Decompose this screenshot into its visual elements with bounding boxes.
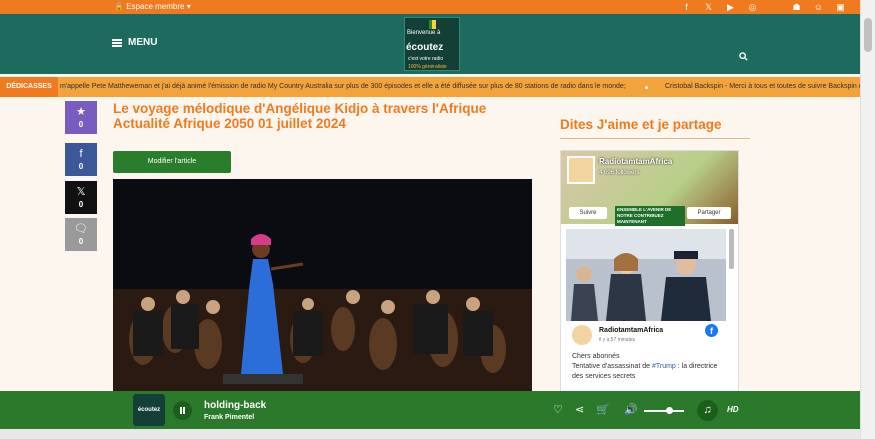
- dedication-ticker: m'appelle Pete Mattheweman et j'ai déjà …: [0, 77, 860, 97]
- ticker-message[interactable]: m'appelle Pete Mattheweman et j'ai déjà …: [60, 77, 626, 97]
- comment-count: 0: [78, 237, 84, 246]
- post-text-part: Tentative d'assassinat de: [572, 363, 652, 370]
- menu-label: MENU: [128, 37, 158, 48]
- post-author-avatar[interactable]: [572, 325, 592, 345]
- facebook-cover: RadiotamtamAfrica 4 096 followers Suivre…: [561, 151, 738, 226]
- concert-scene: [113, 179, 532, 391]
- facebook-follow-button[interactable]: Suivre: [569, 207, 607, 219]
- comment-icon: 🗨: [74, 223, 88, 235]
- menu-button[interactable]: MENU: [112, 37, 157, 48]
- audio-player: écoutez holding-back Frank Pimentel ♡ ⋖ …: [0, 391, 860, 429]
- track-title: holding-back: [204, 400, 267, 411]
- facebook-share-count: 0: [78, 162, 84, 171]
- article-photo: [113, 179, 532, 391]
- post-hashtag[interactable]: #Trump: [652, 363, 676, 370]
- heart-icon[interactable]: ♡: [553, 404, 563, 416]
- post-photo: [566, 229, 726, 321]
- instagram-icon[interactable]: ◎: [747, 0, 758, 14]
- hd-toggle[interactable]: HD: [727, 405, 739, 414]
- caret-down-icon: ▾: [186, 2, 191, 11]
- flag-icon: [429, 20, 436, 29]
- page-scrollbar[interactable]: [860, 0, 875, 439]
- edit-article-button[interactable]: Modifier l'article: [113, 151, 231, 173]
- facebook-logo-icon[interactable]: f: [705, 324, 718, 337]
- x-icon[interactable]: 𝕏: [703, 0, 714, 14]
- facebook-page-name[interactable]: RadiotamtamAfrica: [599, 157, 672, 166]
- logo-line-4: 100% généraliste: [408, 64, 447, 70]
- ticker-separator: [645, 86, 648, 89]
- x-share-button[interactable]: 𝕏 0: [65, 181, 97, 214]
- member-label: Espace membre: [126, 2, 185, 11]
- star-icon: ★: [76, 106, 86, 118]
- facebook-followers: 4 096 followers: [599, 170, 640, 176]
- sidebar-divider: [560, 138, 750, 139]
- pause-button[interactable]: [173, 401, 192, 420]
- youtube-icon[interactable]: ▶: [725, 0, 736, 14]
- facebook-icon[interactable]: f: [681, 0, 692, 14]
- music-note-icon[interactable]: ♫: [697, 400, 718, 421]
- facebook-share-button[interactable]: Partager: [687, 207, 731, 219]
- post-timestamp[interactable]: il y a 57 minutes: [599, 337, 635, 343]
- snapchat-icon[interactable]: ☺: [813, 0, 824, 14]
- member-space-link[interactable]: 🔒 Espace membre ▾: [114, 0, 191, 14]
- scrollbar-thumb[interactable]: [864, 18, 872, 52]
- volume-knob[interactable]: [666, 407, 673, 414]
- widget-scrollbar[interactable]: [729, 229, 734, 269]
- x-icon: 𝕏: [76, 186, 86, 198]
- facebook-widget: RadiotamtamAfrica 4 096 followers Suivre…: [560, 150, 739, 392]
- logo-line-1: Bienvenue à: [407, 30, 441, 36]
- favorite-button[interactable]: ★ 0: [65, 101, 97, 134]
- top-bar: 🔒 Espace membre ▾ f 𝕏 ▶ ◎ ☗ ☺ ▣: [0, 0, 860, 14]
- facebook-post-image[interactable]: [566, 229, 726, 321]
- lock-icon: 🔒: [114, 2, 124, 11]
- logo-line-2: écoutez: [406, 42, 444, 53]
- volume-slider[interactable]: [644, 410, 684, 412]
- cover-banner: ENSEMBLE L'AVENIR DE NOTRE CONTRIBUEZ MA…: [615, 206, 685, 226]
- post-greeting: Chers abonnés: [572, 353, 620, 360]
- ticker-message[interactable]: Cristobal Backspin - Merci à tous et tou…: [665, 77, 860, 97]
- cart-icon[interactable]: 🛒: [596, 404, 610, 416]
- post-text: Chers abonnés Tentative d'assassinat de …: [572, 352, 722, 382]
- volume-icon[interactable]: 🔊: [624, 404, 638, 416]
- ticker-label: DÉDICASSES: [0, 77, 58, 97]
- post-body: Tentative d'assassinat de #Trump : la di…: [572, 362, 722, 382]
- bottom-strip: [0, 429, 860, 439]
- app-icon[interactable]: ▣: [835, 0, 846, 14]
- player-logo: écoutez: [133, 394, 165, 426]
- logo-line-3: c'est votre radio: [408, 56, 444, 62]
- facebook-icon: f: [79, 148, 83, 160]
- post-author-name[interactable]: RadiotamtamAfrica: [599, 327, 663, 334]
- favorite-count: 0: [78, 120, 84, 129]
- search-icon[interactable]: [739, 52, 748, 61]
- sidebar-title: Dites J'aime et je partage: [560, 117, 722, 132]
- article-title: Le voyage mélodique d'Angélique Kidjo à …: [113, 101, 487, 131]
- player-logo-text: écoutez: [137, 407, 161, 413]
- social-links: f 𝕏 ▶ ◎ ☗ ☺ ▣: [681, 0, 846, 14]
- comment-button[interactable]: 🗨 0: [65, 218, 97, 251]
- share-icon[interactable]: ⋖: [575, 404, 584, 416]
- page-avatar[interactable]: [567, 156, 595, 184]
- facebook-share-button[interactable]: f 0: [65, 143, 97, 176]
- track-artist: Frank Pimentel: [204, 414, 255, 421]
- hamburger-icon: [112, 38, 122, 47]
- x-share-count: 0: [78, 200, 84, 209]
- site-logo[interactable]: Bienvenue à écoutez c'est votre radio 10…: [404, 17, 460, 71]
- android-icon[interactable]: ☗: [791, 0, 802, 14]
